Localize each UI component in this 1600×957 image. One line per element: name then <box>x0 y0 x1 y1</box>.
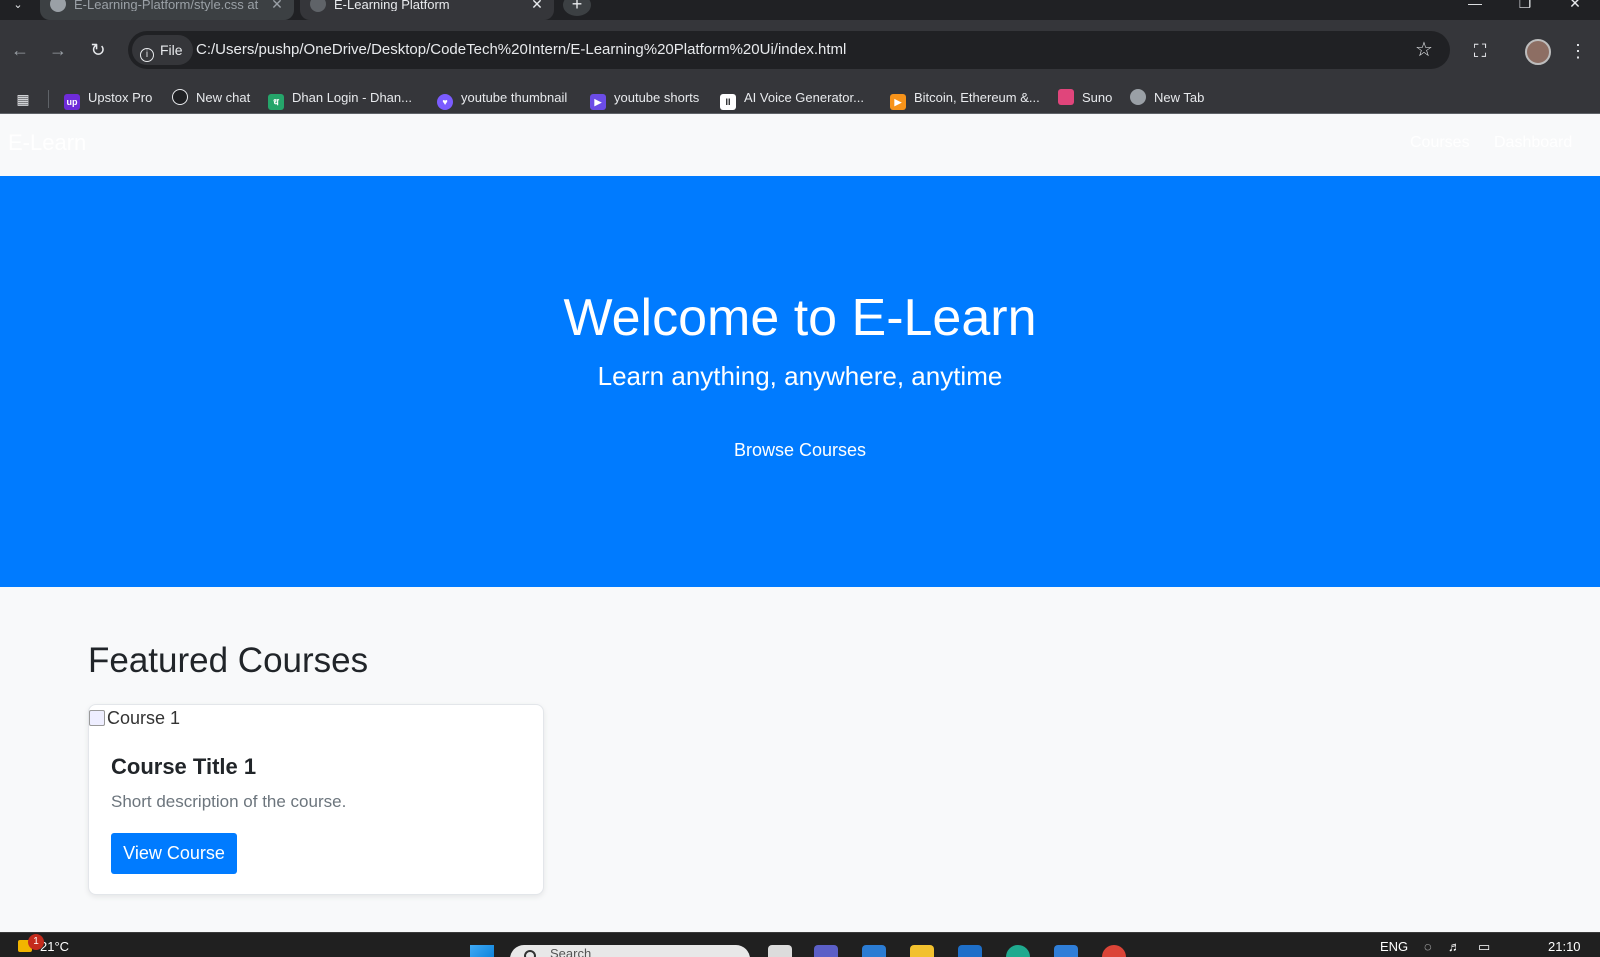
bookmark-label: Suno <box>1082 90 1113 105</box>
course-image-alt: Course 1 <box>107 708 181 728</box>
bookmark-star-icon[interactable]: ☆ <box>1412 38 1436 62</box>
bookmark-label: youtube shorts <box>614 90 700 105</box>
bookmarks-bar: ▦ up Upstox Pro New chat ध Dhan Login - Dh… <box>0 82 1600 114</box>
bookmark-dhan-login[interactable]: ध Dhan Login - Dhan... <box>268 82 412 114</box>
clock-time[interactable]: 21:10 <box>1548 939 1581 954</box>
web-page: E-Learn Courses Dashboard Welcome to E-L… <box>0 114 1600 932</box>
weather-widget[interactable]: 1 21°C <box>18 934 70 954</box>
bookmark-label: AI Voice Generator... <box>744 90 864 105</box>
outlook-icon[interactable] <box>958 945 982 957</box>
weather-icon: 1 <box>18 934 44 952</box>
back-arrow-icon[interactable]: ← <box>6 36 34 64</box>
video-icon: ▶ <box>590 94 606 110</box>
bookmark-upstox-pro[interactable]: up Upstox Pro <box>64 82 152 114</box>
reload-icon[interactable]: ↻ <box>84 36 112 64</box>
store-icon[interactable] <box>1054 945 1078 957</box>
site-navbar: E-Learn Courses Dashboard <box>0 114 1600 176</box>
taskbar-search[interactable]: Search <box>510 945 750 957</box>
pause-icon: II <box>720 94 736 110</box>
heart-icon: ♥ <box>437 94 453 110</box>
course-title: Course Title 1 <box>111 754 257 779</box>
bookmark-label: New Tab <box>1154 90 1205 105</box>
weather-temperature: 21°C <box>40 939 70 954</box>
github-icon <box>50 0 66 12</box>
site-chip-label: File <box>160 42 183 58</box>
view-course-button[interactable]: View Course <box>111 833 237 874</box>
site-brand[interactable]: E-Learn <box>8 130 86 156</box>
bookmark-youtube-shorts[interactable]: ▶ youtube shorts <box>590 82 699 114</box>
info-icon: i <box>140 48 154 62</box>
bookmark-label: youtube thumbnail <box>461 90 568 105</box>
suno-icon <box>1058 89 1074 105</box>
bookmark-label: Bitcoin, Ethereum &... <box>914 90 1040 105</box>
search-icon <box>524 950 536 957</box>
file-explorer-icon[interactable] <box>910 945 934 957</box>
copilot-icon[interactable] <box>862 945 886 957</box>
hero-section: Welcome to E-Learn Learn anything, anywh… <box>0 176 1600 587</box>
volume-icon[interactable]: ♬ <box>1448 939 1461 954</box>
windows-taskbar: 1 21°C Search ENG ◌ ♬ ▭ 21:10 <box>0 932 1600 957</box>
nav-link-dashboard[interactable]: Dashboard <box>1494 134 1572 152</box>
globe-icon <box>1130 89 1146 105</box>
minimize-icon[interactable]: — <box>1452 0 1498 14</box>
notification-badge: 1 <box>28 934 44 950</box>
teams-icon[interactable] <box>814 945 838 957</box>
globe-icon <box>310 0 326 12</box>
bookmark-youtube-thumbnail[interactable]: ♥ youtube thumbnail <box>437 82 567 114</box>
featured-courses-heading: Featured Courses <box>88 641 369 680</box>
new-tab-button[interactable]: + <box>563 0 591 16</box>
extensions-puzzle-icon[interactable]: ⛶ <box>1466 37 1494 65</box>
profile-avatar[interactable] <box>1525 39 1551 65</box>
close-tab-icon[interactable]: ✕ <box>270 0 284 11</box>
site-info-chip[interactable]: i File <box>132 35 193 65</box>
course-image: Course 1 <box>89 707 180 729</box>
browse-courses-link[interactable]: Browse Courses <box>720 438 880 462</box>
task-view-icon[interactable] <box>768 945 792 957</box>
bookmark-suno[interactable]: Suno <box>1058 82 1112 114</box>
upstox-icon: up <box>64 94 80 110</box>
wifi-icon[interactable]: ◌ <box>1424 939 1432 954</box>
tab-search-chevron-icon[interactable]: ⌄ <box>8 0 28 14</box>
search-placeholder: Search <box>550 946 592 957</box>
bookmark-label: New chat <box>196 90 251 105</box>
openai-icon <box>172 89 188 105</box>
hero-title: Welcome to E-Learn <box>563 289 1037 347</box>
bookmark-label: Upstox Pro <box>88 90 153 105</box>
close-tab-icon[interactable]: ✕ <box>530 0 544 11</box>
course-card: Course 1 Course Title 1 Short descriptio… <box>88 704 544 895</box>
bookmark-label: Dhan Login - Dhan... <box>292 90 412 105</box>
tab-title: E-Learning Platform <box>334 0 450 11</box>
edge-icon[interactable] <box>1006 945 1030 957</box>
bookmark-new-chat[interactable]: New chat <box>172 82 250 114</box>
more-menu-icon[interactable]: ⋮ <box>1564 37 1592 65</box>
windows-start-icon[interactable] <box>470 945 494 957</box>
battery-icon[interactable]: ▭ <box>1478 939 1490 955</box>
bookmark-bitcoin-ethereum[interactable]: ▶ Bitcoin, Ethereum &... <box>890 82 1040 114</box>
apps-grid-icon[interactable]: ▦ <box>14 90 32 108</box>
broken-image-icon <box>89 710 105 726</box>
address-bar[interactable]: i File C:/Users/pushp/OneDrive/Desktop/Co… <box>128 31 1450 69</box>
bookmark-new-tab[interactable]: New Tab <box>1130 82 1204 114</box>
course-description: Short description of the course. <box>111 792 347 811</box>
browser-tab-strip: ⌄ E-Learning-Platform/style.css at ✕ E-L… <box>0 0 1600 20</box>
chrome-icon[interactable] <box>1102 945 1126 957</box>
tab-style-css[interactable]: E-Learning-Platform/style.css at ✕ <box>40 0 294 20</box>
browser-toolbar: ← → ↻ i File C:/Users/pushp/OneDrive/Desk… <box>0 20 1600 82</box>
crypto-icon: ▶ <box>890 94 906 110</box>
dhan-icon: ध <box>268 94 284 110</box>
restore-window-icon[interactable]: ❐ <box>1502 0 1548 14</box>
tab-elearning-platform[interactable]: E-Learning Platform ✕ <box>300 0 554 20</box>
language-indicator[interactable]: ENG <box>1380 939 1408 954</box>
url-text[interactable]: C:/Users/pushp/OneDrive/Desktop/CodeTech… <box>196 31 846 69</box>
hero-subtitle: Learn anything, anywhere, anytime <box>597 361 1003 391</box>
bookmarks-divider <box>48 90 49 108</box>
bookmark-ai-voice-generator[interactable]: II AI Voice Generator... <box>720 82 864 114</box>
tab-title: E-Learning-Platform/style.css at <box>74 0 259 11</box>
nav-link-courses[interactable]: Courses <box>1410 134 1470 152</box>
forward-arrow-icon[interactable]: → <box>44 36 72 64</box>
close-window-icon[interactable]: ✕ <box>1552 0 1598 14</box>
